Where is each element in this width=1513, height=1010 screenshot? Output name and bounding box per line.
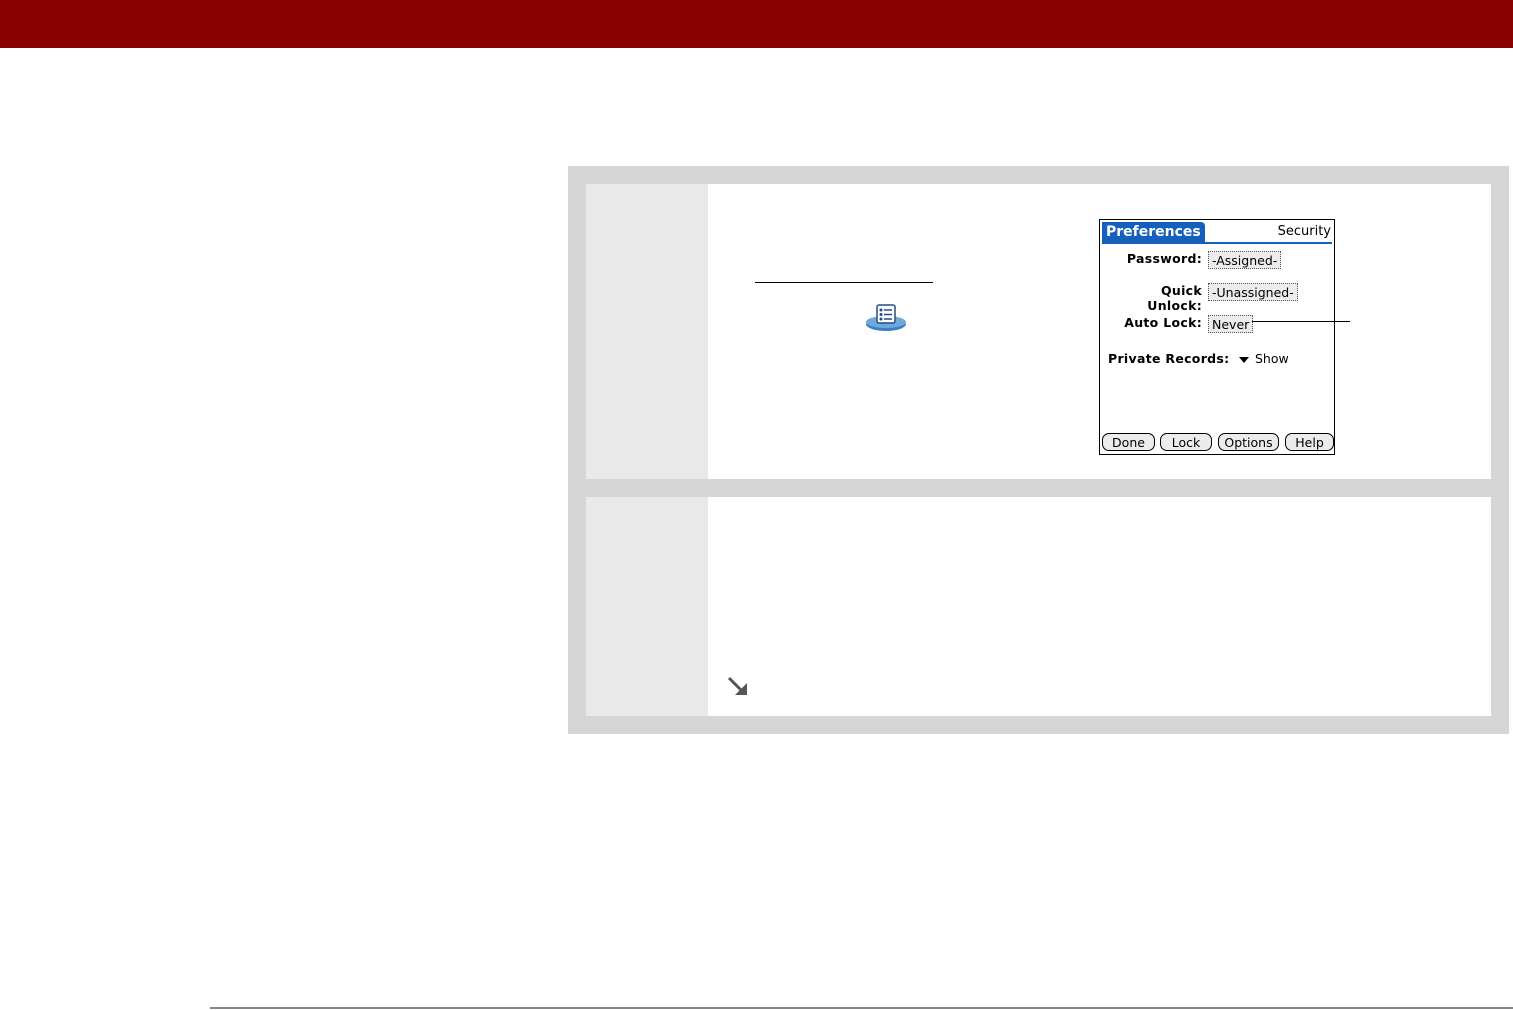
step-row-1 <box>586 184 1491 479</box>
dropdown-arrow-icon[interactable] <box>1239 357 1249 363</box>
app-title: Preferences <box>1102 222 1205 242</box>
step-number-cell <box>586 184 708 479</box>
step-row-2 <box>586 497 1491 716</box>
callout-line <box>1252 321 1350 322</box>
private-records-value[interactable]: Show <box>1255 351 1289 366</box>
top-header-bar <box>0 0 1513 48</box>
password-label: Password: <box>1126 251 1202 266</box>
hyperlink-underline[interactable] <box>755 282 933 283</box>
password-selector[interactable]: -Assigned- <box>1208 251 1282 269</box>
arrow-down-right-icon[interactable] <box>726 676 750 698</box>
step-number-cell <box>586 497 708 716</box>
security-preferences-screen: Preferences Security Password: -Assigned… <box>1099 219 1335 455</box>
preferences-icon[interactable] <box>864 302 908 332</box>
category-label[interactable]: Security <box>1278 223 1331 241</box>
quick-unlock-selector[interactable]: -Unassigned- <box>1208 283 1298 301</box>
step-content <box>708 497 1491 716</box>
private-records-label: Private Records: <box>1108 351 1230 366</box>
done-button[interactable]: Done <box>1102 433 1155 451</box>
options-button[interactable]: Options <box>1218 433 1279 451</box>
footer-divider <box>210 1007 1513 1009</box>
title-bar: Preferences Security <box>1102 222 1332 244</box>
lock-button[interactable]: Lock <box>1160 433 1212 451</box>
auto-lock-label: Auto Lock: <box>1124 315 1202 330</box>
auto-lock-selector[interactable]: Never <box>1208 315 1254 333</box>
help-button[interactable]: Help <box>1285 433 1334 451</box>
quick-unlock-label: Quick Unlock: <box>1147 283 1202 313</box>
